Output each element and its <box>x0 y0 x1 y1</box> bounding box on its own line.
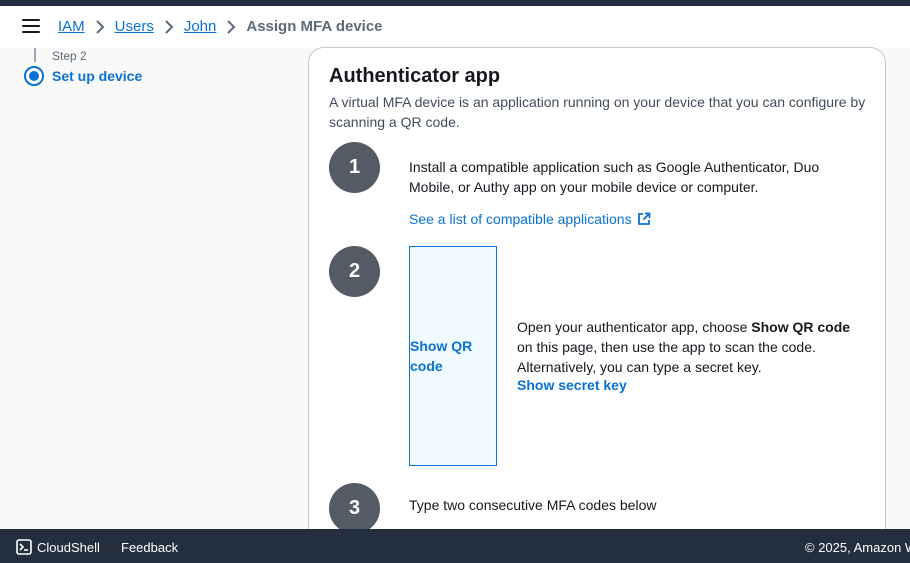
compatible-apps-link-label: See a list of compatible applications <box>409 211 632 227</box>
hamburger-menu-icon[interactable] <box>22 19 40 35</box>
show-qr-code-label: Show QR code <box>410 338 473 374</box>
step-connector-line <box>34 48 36 62</box>
compatible-apps-link[interactable]: See a list of compatible applications <box>409 211 651 227</box>
step-3-text: Type two consecutive MFA codes below <box>409 497 657 513</box>
authenticator-app-panel: Authenticator app A virtual MFA device i… <box>308 47 886 547</box>
step-2-text: Open your authenticator app, choose Show… <box>517 319 851 375</box>
breadcrumb-john[interactable]: John <box>184 18 217 35</box>
console-footer: CloudShell Feedback © 2025, Amazon W <box>0 529 910 563</box>
chevron-right-icon <box>154 19 184 34</box>
page-header: IAM Users John Assign MFA device <box>0 6 910 48</box>
external-link-icon <box>637 212 650 225</box>
current-step-indicator-icon <box>24 66 44 86</box>
step-2-number: 2 <box>329 246 380 297</box>
step-caption: Step 2 <box>52 49 87 63</box>
step-title[interactable]: Set up device <box>52 68 142 84</box>
breadcrumb: IAM Users John Assign MFA device <box>58 18 383 35</box>
step-1-number: 1 <box>329 142 380 193</box>
terminal-icon <box>16 539 32 555</box>
cloudshell-button[interactable]: CloudShell <box>16 539 100 555</box>
panel-description: A virtual MFA device is an application r… <box>329 94 866 130</box>
copyright-text: © 2025, Amazon W <box>805 540 910 555</box>
panel-title: Authenticator app <box>329 65 501 87</box>
feedback-link[interactable]: Feedback <box>121 540 178 555</box>
step-1-text: Install a compatible application such as… <box>409 159 820 195</box>
breadcrumb-iam[interactable]: IAM <box>58 18 85 35</box>
breadcrumb-users[interactable]: Users <box>115 18 154 35</box>
chevron-right-icon <box>85 19 115 34</box>
cloudshell-label: CloudShell <box>37 539 100 555</box>
step-3-number: 3 <box>329 483 380 534</box>
chevron-right-icon <box>216 19 246 34</box>
breadcrumb-current: Assign MFA device <box>246 18 383 35</box>
show-secret-key-link[interactable]: Show secret key <box>517 377 627 393</box>
show-qr-code-button[interactable]: Show QR code <box>409 246 497 466</box>
